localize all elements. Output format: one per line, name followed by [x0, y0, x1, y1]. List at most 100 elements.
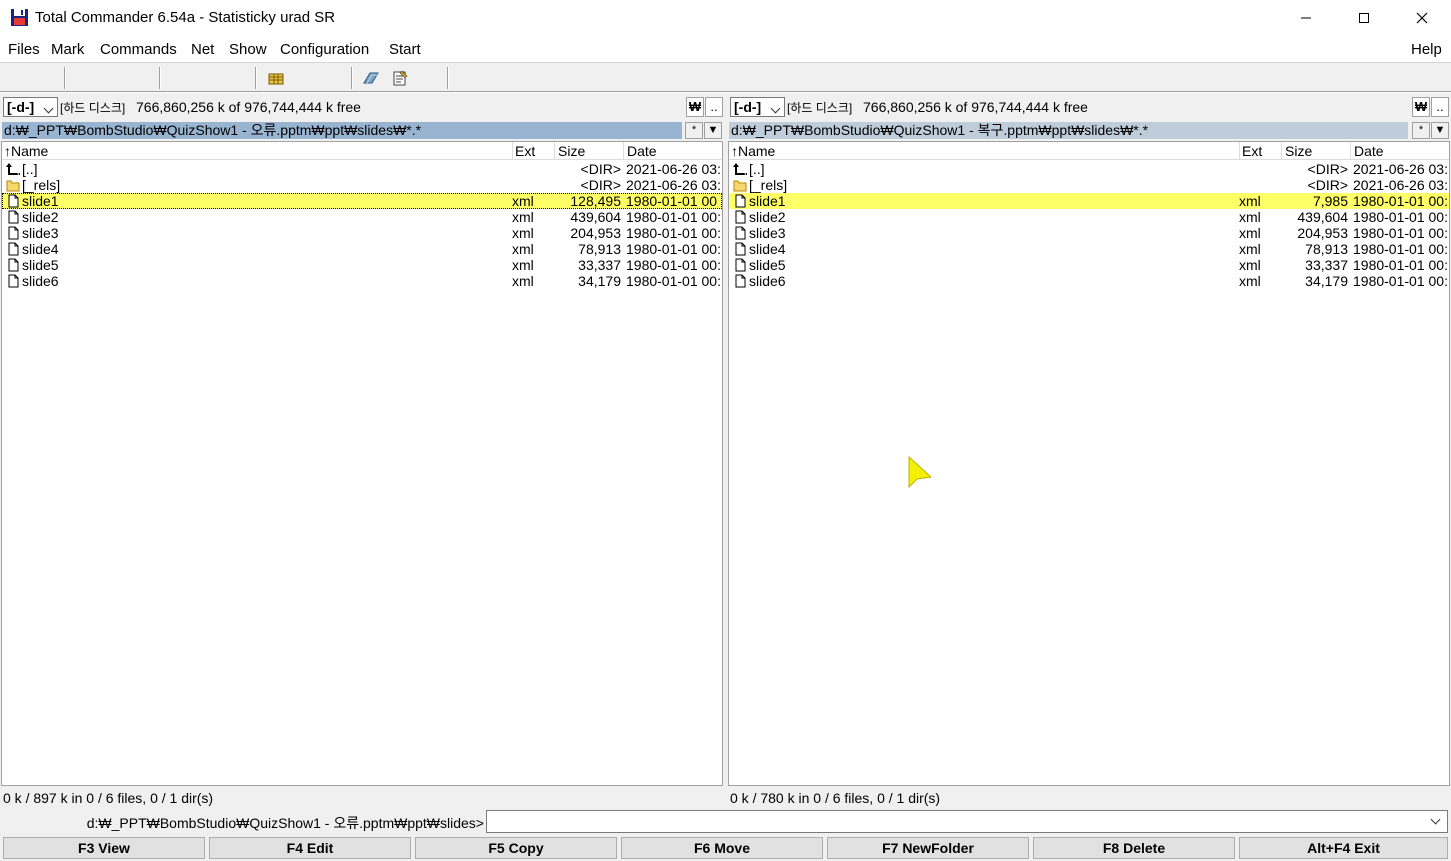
column-date-header[interactable]: Date — [627, 143, 657, 159]
parent-up-icon — [733, 162, 747, 176]
left-parent-button[interactable]: .. — [705, 97, 723, 117]
right-root-button[interactable]: ₩ — [1412, 97, 1430, 117]
left-path[interactable]: d:₩_PPT₩BombStudio₩QuizShow1 - 오류.pptm₩p… — [2, 122, 682, 139]
f4-edit-button[interactable]: F4 Edit — [209, 837, 411, 859]
file-row[interactable]: slide3 xml 204,953 1980-01-01 00: — [2, 225, 722, 241]
file-icon — [733, 226, 747, 240]
file-row[interactable]: slide2 xml 439,604 1980-01-01 00: — [2, 209, 722, 225]
file-size: 33,337 — [1305, 257, 1348, 273]
left-root-button[interactable]: ₩ — [686, 97, 704, 117]
column-size-header[interactable]: Size — [558, 143, 585, 159]
file-name: slide6 — [749, 273, 786, 289]
right-status: 0 k / 780 k in 0 / 6 files, 0 / 1 dir(s) — [730, 790, 941, 806]
column-name-header[interactable]: ↑Name — [731, 143, 775, 159]
file-row[interactable]: slide6 xml 34,179 1980-01-01 00: — [729, 273, 1449, 289]
f5-copy-button[interactable]: F5 Copy — [415, 837, 617, 859]
minimize-icon — [1301, 17, 1311, 19]
file-size: 78,913 — [1305, 241, 1348, 257]
file-icon — [6, 242, 20, 256]
compare-icon[interactable] — [362, 69, 380, 87]
exit-button[interactable]: Alt+F4 Exit — [1239, 837, 1448, 859]
menu-net[interactable]: Net — [191, 41, 214, 58]
left-file-list[interactable]: ↑Name Ext Size Date [..] <DIR> 2021-06-26 … — [1, 141, 723, 786]
file-row[interactable]: [..] <DIR> 2021-06-26 03: — [729, 161, 1449, 177]
file-row[interactable]: slide3 xml 204,953 1980-01-01 00: — [729, 225, 1449, 241]
file-date: 1980-01-01 00: — [626, 273, 721, 289]
menu-help[interactable]: Help — [1411, 41, 1442, 58]
file-size: 33,337 — [578, 257, 621, 273]
file-size: 204,953 — [570, 225, 621, 241]
file-name: slide3 — [22, 225, 59, 241]
notepad-icon[interactable] — [391, 69, 409, 87]
file-row[interactable]: slide1 xml 7,985 1980-01-01 00: — [729, 193, 1449, 209]
left-hotlist-button[interactable]: ▼ — [704, 122, 722, 139]
file-size: 34,179 — [1305, 273, 1348, 289]
f6-move-button[interactable]: F6 Move — [621, 837, 823, 859]
menu-show[interactable]: Show — [229, 41, 267, 58]
minimize-button[interactable] — [1277, 0, 1335, 36]
column-name-header[interactable]: ↑Name — [4, 143, 48, 159]
f8-delete-button[interactable]: F8 Delete — [1033, 837, 1235, 859]
f3-view-button[interactable]: F3 View — [3, 837, 205, 859]
menu-mark[interactable]: Mark — [51, 41, 84, 58]
file-row[interactable]: slide4 xml 78,913 1980-01-01 00: — [2, 241, 722, 257]
column-ext-header[interactable]: Ext — [515, 143, 535, 159]
column-separator — [1281, 142, 1282, 159]
file-row[interactable]: [..] <DIR> 2021-06-26 03: — [2, 161, 722, 177]
column-size-header[interactable]: Size — [1285, 143, 1312, 159]
toolbar-separator — [447, 67, 449, 89]
menu-files[interactable]: Files — [8, 41, 40, 58]
toolbar-separator — [255, 67, 257, 89]
chevron-down-icon[interactable] — [1430, 814, 1441, 825]
file-ext: xml — [1239, 209, 1261, 225]
file-date: 2021-06-26 03: — [1353, 177, 1448, 193]
right-file-list[interactable]: ↑Name Ext Size Date [..] <DIR> 2021-06-26 … — [728, 141, 1450, 786]
chevron-down-icon — [43, 103, 54, 114]
parent-up-icon — [6, 162, 20, 176]
file-row[interactable]: [_rels] <DIR> 2021-06-26 03: — [729, 177, 1449, 193]
file-row[interactable]: slide5 xml 33,337 1980-01-01 00: — [2, 257, 722, 273]
file-icon — [6, 226, 20, 240]
file-icon — [733, 194, 747, 208]
file-date: 1980-01-01 00: — [1353, 225, 1448, 241]
right-parent-button[interactable]: .. — [1431, 97, 1449, 117]
file-icon — [6, 210, 20, 224]
toolbar-separator — [159, 67, 161, 89]
file-size: 204,953 — [1297, 225, 1348, 241]
menu-commands[interactable]: Commands — [100, 41, 177, 58]
maximize-button[interactable] — [1335, 0, 1393, 36]
menu-bar: Files Mark Commands Net Show Configurati… — [0, 36, 1451, 62]
file-name: [_rels] — [749, 177, 788, 193]
folder-icon — [6, 178, 20, 192]
file-date: 1980-01-01 00: — [626, 257, 721, 273]
left-drive-selector[interactable]: [-d-] — [3, 97, 58, 117]
f7-newfolder-button[interactable]: F7 NewFolder — [827, 837, 1029, 859]
multi-rename-icon[interactable] — [267, 69, 285, 87]
file-size: <DIR> — [1307, 177, 1348, 193]
right-hotlist-button[interactable]: ▼ — [1431, 122, 1449, 139]
right-path[interactable]: d:₩_PPT₩BombStudio₩QuizShow1 - 복구.pptm₩p… — [729, 122, 1408, 139]
right-history-button[interactable]: * — [1412, 122, 1430, 139]
right-drive-selector[interactable]: [-d-] — [730, 97, 785, 117]
file-size: 34,179 — [578, 273, 621, 289]
menu-configuration[interactable]: Configuration — [280, 41, 369, 58]
file-row[interactable]: slide2 xml 439,604 1980-01-01 00: — [729, 209, 1449, 225]
file-icon — [733, 210, 747, 224]
file-row[interactable]: slide5 xml 33,337 1980-01-01 00: — [729, 257, 1449, 273]
file-name: [..] — [749, 161, 765, 177]
chevron-down-icon — [770, 103, 781, 114]
close-button[interactable] — [1393, 0, 1451, 36]
toolbar-separator — [64, 67, 66, 89]
left-history-button[interactable]: * — [685, 122, 703, 139]
file-name: slide6 — [22, 273, 59, 289]
file-row[interactable]: slide4 xml 78,913 1980-01-01 00: — [729, 241, 1449, 257]
close-icon — [1416, 12, 1428, 24]
command-line-input[interactable] — [486, 810, 1448, 833]
file-row[interactable]: slide6 xml 34,179 1980-01-01 00: — [2, 273, 722, 289]
file-row[interactable]: [_rels] <DIR> 2021-06-26 03: — [2, 177, 722, 193]
column-ext-header[interactable]: Ext — [1242, 143, 1262, 159]
file-name: slide2 — [749, 209, 786, 225]
menu-start[interactable]: Start — [389, 41, 421, 58]
file-row[interactable]: slide1 xml 128,495 1980-01-01 00 — [2, 193, 722, 209]
column-date-header[interactable]: Date — [1354, 143, 1384, 159]
